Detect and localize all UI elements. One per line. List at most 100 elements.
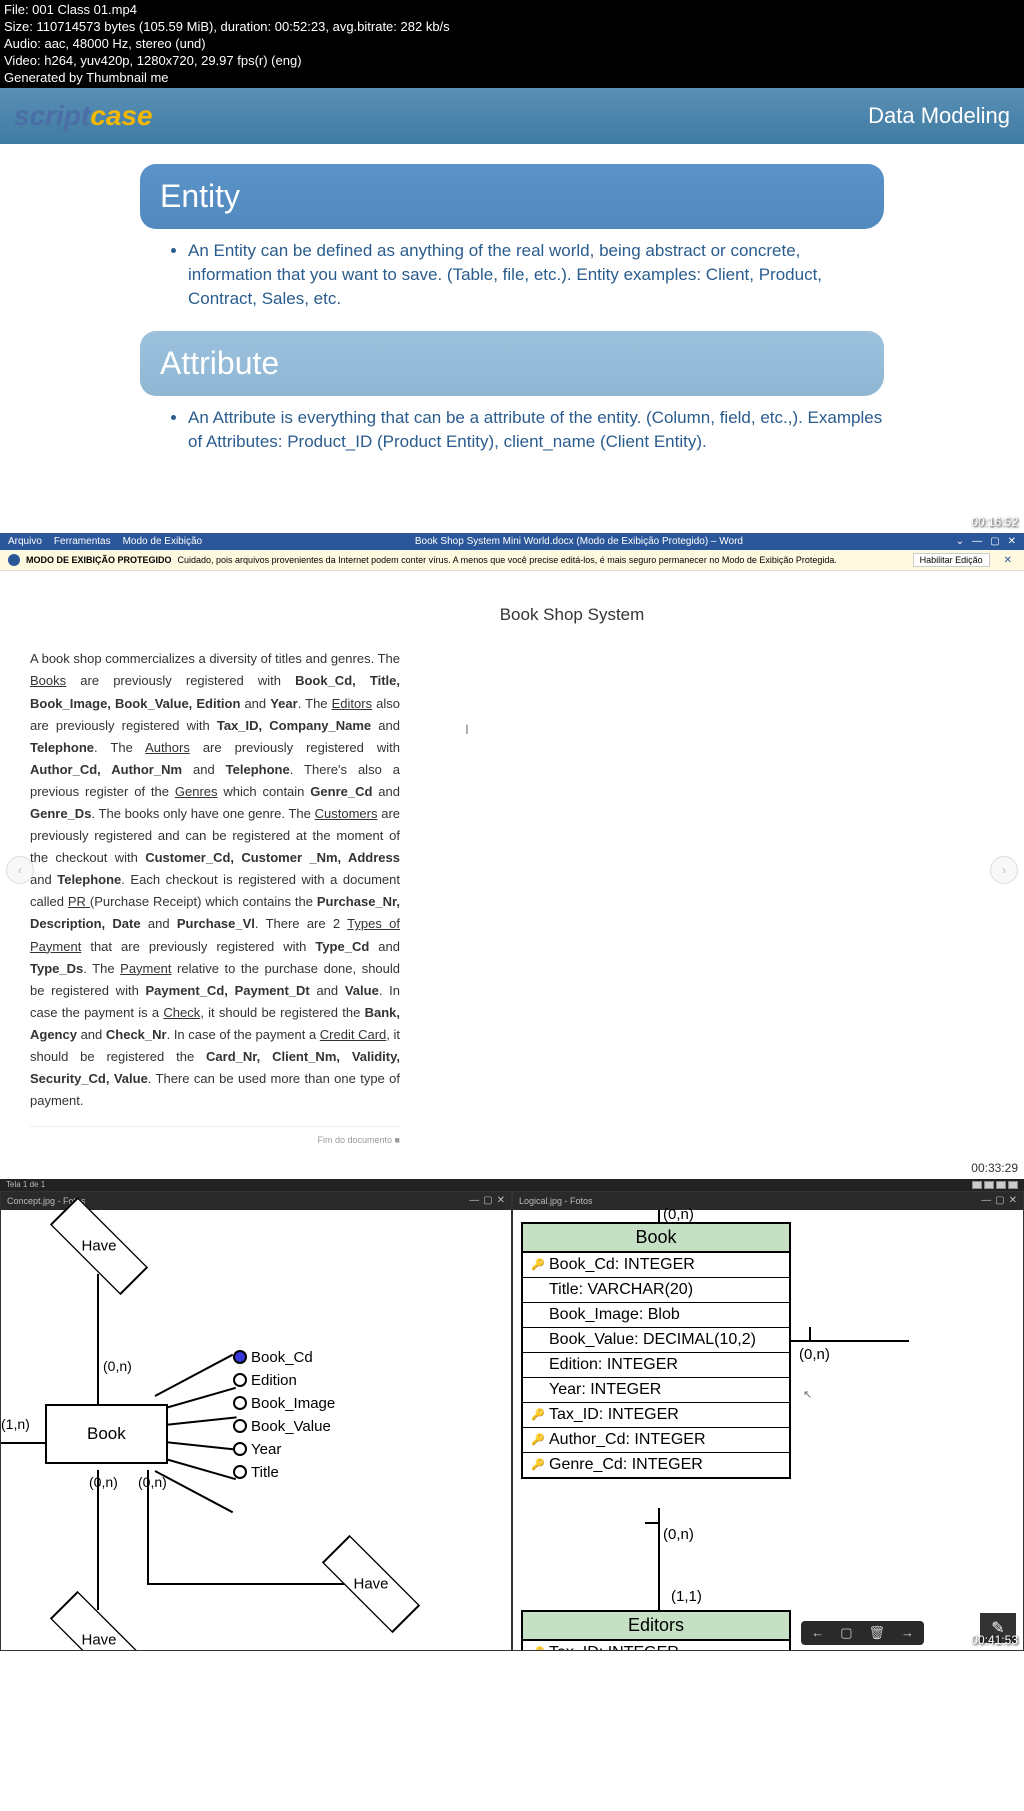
table-book-header: Book: [523, 1224, 789, 1253]
right-pane-title: Logical.jpg - Fotos: [519, 1196, 593, 1206]
window-controls: ⌄ — ▢ ✕: [956, 536, 1016, 547]
dismiss-bar-icon[interactable]: ✕: [1000, 555, 1016, 566]
info-file: File: 001 Class 01.mp4: [4, 2, 1020, 19]
right-diagram-pane: Logical.jpg - Fotos — ▢ ✕ (0,n) (0,n) (1,1…: [512, 1191, 1024, 1651]
table-column: 🔑Genre_Cd: INTEGER: [523, 1453, 789, 1477]
er-relationship-have-top: Have: [49, 1216, 149, 1276]
foreign-key-icon: 🔑: [531, 1458, 545, 1472]
foreign-key-icon: 🔑: [531, 1433, 545, 1447]
table-column: 🔑Book_Cd: INTEGER: [523, 1253, 789, 1278]
er-attr-book-value: Book_Value: [233, 1418, 331, 1435]
attribute-heading: Attribute: [140, 331, 884, 396]
cardinality-0n-2: (0,n): [89, 1474, 118, 1490]
windows-taskbar: Tela 1 de 1: [0, 1179, 1024, 1191]
photos-toolbar: ← ▢ 🗑 →: [801, 1621, 924, 1645]
minimize-icon[interactable]: —: [981, 1195, 991, 1206]
table-column: 🔑Author_Cd: INTEGER: [523, 1428, 789, 1453]
timestamp-1: 00:16:52: [971, 515, 1018, 529]
menu-modo[interactable]: Modo de Exibição: [123, 536, 203, 547]
word-document-title: Book Shop System Mini World.docx (Modo d…: [415, 536, 743, 547]
document-footer: Fim do documento ■: [30, 1126, 400, 1148]
info-generated: Generated by Thumbnail me: [4, 70, 1020, 87]
minimize-icon[interactable]: —: [972, 536, 982, 547]
rel-mid2: (1,1): [671, 1588, 702, 1605]
er-attr-book-cd: Book_Cd: [233, 1349, 313, 1366]
close-icon[interactable]: ✕: [1009, 1195, 1017, 1206]
table-column: Edition: INTEGER: [523, 1353, 789, 1378]
delete-icon[interactable]: 🗑: [868, 1625, 885, 1641]
table-column: Book_Image: Blob: [523, 1303, 789, 1328]
rel-top: (0,n): [663, 1206, 694, 1223]
er-attr-book-image: Book_Image: [233, 1395, 335, 1412]
word-document-body: Book Shop System A book shop commerciali…: [0, 571, 1024, 1178]
protect-mode-label: MODO DE EXIBIÇÃO PROTEGIDO: [26, 555, 172, 565]
enable-editing-button[interactable]: Habilitar Edição: [913, 553, 990, 567]
cardinality-1n: (1,n): [1, 1416, 30, 1432]
slide-body: Entity An Entity can be defined as anyth…: [0, 144, 1024, 533]
logical-table-editors: Editors 🔑Tax_ID: INTEGER: [521, 1610, 791, 1651]
document-text: A book shop commercializes a diversity o…: [30, 648, 400, 1112]
info-audio: Audio: aac, 48000 Hz, stereo (und): [4, 36, 1020, 53]
menu-arquivo[interactable]: Arquivo: [8, 536, 42, 547]
timestamp-2: 00:33:29: [971, 1161, 1018, 1175]
cardinality-0n-1: (0,n): [103, 1358, 132, 1374]
primary-key-icon: 🔑: [531, 1258, 545, 1272]
right-pane-titlebar: Logical.jpg - Fotos — ▢ ✕: [513, 1192, 1023, 1210]
close-icon[interactable]: ✕: [1008, 536, 1016, 547]
taskbar-icons: [972, 1181, 1018, 1189]
rel-right: (0,n): [799, 1346, 830, 1363]
er-logical-diagram: (0,n) (0,n) (1,1) (0,n) Book 🔑Book_Cd: I…: [513, 1210, 1023, 1650]
table-column: 🔑Tax_ID: INTEGER: [523, 1641, 789, 1651]
maximize-icon[interactable]: ▢: [483, 1195, 492, 1206]
attribute-description: An Attribute is everything that can be a…: [188, 406, 884, 454]
left-diagram-pane: Concept.jpg - Fotos —▢✕ Have: [0, 1191, 512, 1651]
ribbon-collapse-icon[interactable]: ⌄: [956, 536, 964, 547]
taskbar-label: Tela 1 de 1: [6, 1180, 45, 1189]
entity-description: An Entity can be defined as anything of …: [188, 239, 884, 310]
info-video: Video: h264, yuv420p, 1280x720, 29.97 fp…: [4, 53, 1020, 70]
table-editors-header: Editors: [523, 1612, 789, 1641]
timestamp-3: 00:41:53: [971, 1633, 1018, 1647]
foreign-key-icon: 🔑: [531, 1408, 545, 1422]
menu-ferramentas[interactable]: Ferramentas: [54, 536, 111, 547]
table-column: Book_Value: DECIMAL(10,2): [523, 1328, 789, 1353]
er-relationship-have-bottom-left: Have: [49, 1610, 149, 1651]
text-cursor-icon: I: [465, 718, 469, 742]
slideshow-icon[interactable]: ▢: [840, 1625, 852, 1641]
er-attr-edition: Edition: [233, 1372, 297, 1389]
minimize-icon[interactable]: —: [469, 1195, 479, 1206]
er-entity-book: Book: [45, 1404, 168, 1464]
thumbnail-1: scriptcase Data Modeling Entity An Entit…: [0, 88, 1024, 533]
maximize-icon[interactable]: ▢: [990, 536, 999, 547]
rel-mid1: (0,n): [663, 1526, 694, 1543]
slide-title: Data Modeling: [868, 103, 1010, 129]
scriptcase-logo: scriptcase: [14, 100, 153, 132]
prev-slide-button[interactable]: ‹: [6, 856, 34, 884]
document-title: Book Shop System: [150, 601, 994, 630]
file-info-header: File: 001 Class 01.mp4 Size: 110714573 b…: [0, 0, 1024, 88]
maximize-icon[interactable]: ▢: [995, 1195, 1004, 1206]
word-menu: Arquivo Ferramentas Modo de Exibição: [8, 536, 202, 547]
prev-photo-icon[interactable]: ←: [811, 1625, 824, 1641]
next-slide-button[interactable]: ›: [990, 856, 1018, 884]
logical-table-book: Book 🔑Book_Cd: INTEGERTitle: VARCHAR(20)…: [521, 1222, 791, 1479]
er-relationship-have-bottom-right: Have: [321, 1554, 421, 1614]
cardinality-0n-3: (0,n): [138, 1474, 167, 1490]
er-attr-title: Title: [233, 1464, 279, 1481]
shield-icon: [8, 554, 20, 566]
table-column: Title: VARCHAR(20): [523, 1278, 789, 1303]
protect-message: Cuidado, pois arquivos provenientes da I…: [178, 555, 837, 565]
er-attr-year: Year: [233, 1441, 281, 1458]
slide-header: scriptcase Data Modeling: [0, 88, 1024, 144]
thumbnail-2: Arquivo Ferramentas Modo de Exibição Boo…: [0, 533, 1024, 1178]
table-column: 🔑Tax_ID: INTEGER: [523, 1403, 789, 1428]
protected-view-bar: MODO DE EXIBIÇÃO PROTEGIDO Cuidado, pois…: [0, 550, 1024, 571]
info-size: Size: 110714573 bytes (105.59 MiB), dura…: [4, 19, 1020, 36]
er-conceptual-diagram: Have Book Have Have Book_Cd Edition Book…: [1, 1210, 511, 1650]
close-icon[interactable]: ✕: [497, 1195, 505, 1206]
mouse-cursor-icon: ↖: [803, 1388, 812, 1401]
table-column: Year: INTEGER: [523, 1378, 789, 1403]
next-photo-icon[interactable]: →: [901, 1625, 914, 1641]
primary-key-icon: 🔑: [531, 1646, 545, 1651]
entity-heading: Entity: [140, 164, 884, 229]
